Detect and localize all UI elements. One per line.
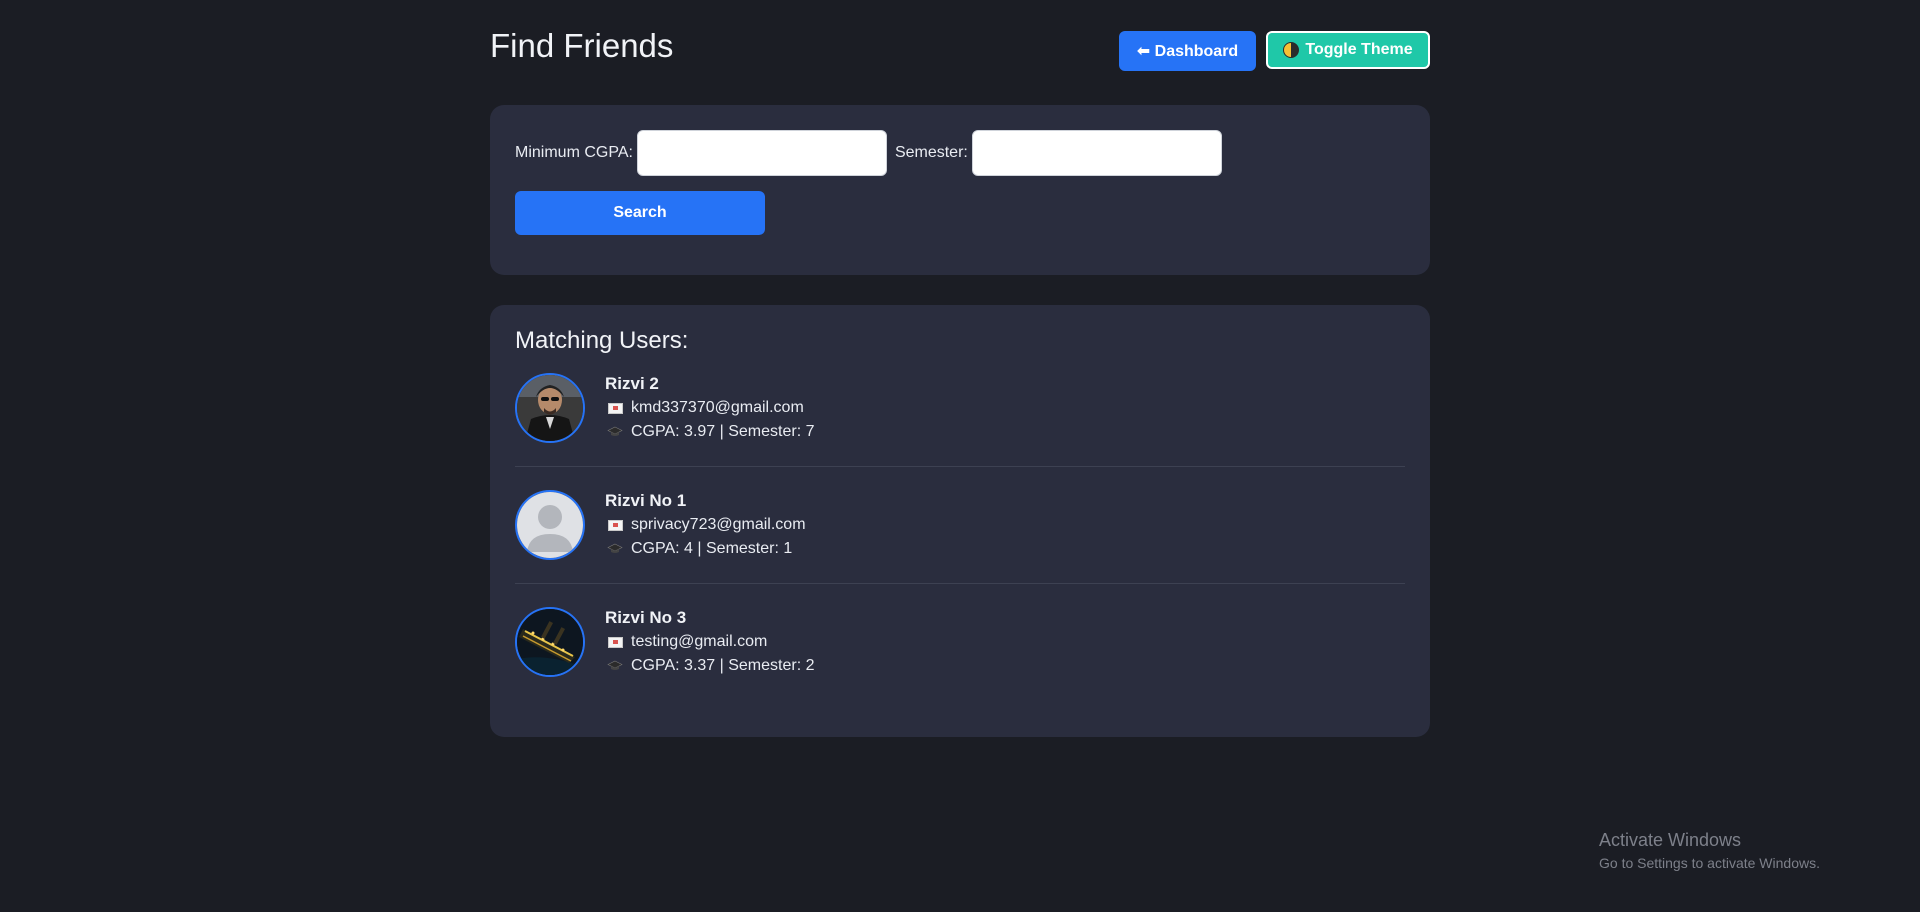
user-row: Rizvi No 3 testing@gmail.com CGPA: 3.37 …: [515, 607, 1405, 700]
user-row: Rizvi No 1 sprivacy723@gmail.com CGPA: 4…: [515, 490, 1405, 584]
user-name: Rizvi No 1: [605, 491, 687, 510]
semester-input[interactable]: [971, 130, 1222, 176]
graduation-cap-icon: [607, 660, 623, 670]
user-details: CGPA: 3.37 | Semester: 2: [631, 657, 815, 674]
default-avatar-icon: [517, 492, 583, 558]
page-title: Find Friends: [490, 27, 674, 64]
user-email: testing@gmail.com: [631, 633, 768, 650]
user-info: Rizvi No 1 sprivacy723@gmail.com CGPA: 4…: [605, 489, 806, 561]
user-info: Rizvi 2 kmd337370@gmail.com CGPA: 3.97 |…: [605, 372, 815, 444]
results-title: Matching Users:: [515, 327, 689, 354]
user-name: Rizvi No 3: [605, 608, 687, 627]
min-cgpa-input[interactable]: [636, 130, 887, 176]
user-details: CGPA: 3.97 | Semester: 7: [631, 423, 815, 440]
dashboard-button-label: ⬅ Dashboard: [1136, 43, 1239, 60]
dashboard-button[interactable]: ⬅ Dashboard: [1119, 31, 1256, 71]
page-header: Find Friends ⬅ Dashboard Toggle Theme: [490, 0, 1430, 105]
search-fields-row: Minimum CGPA: Semester:: [515, 130, 1405, 176]
user-email-line: kmd337370@gmail.com: [605, 396, 815, 420]
toggle-theme-label: Toggle Theme: [1305, 41, 1413, 58]
user-email: kmd337370@gmail.com: [631, 399, 804, 416]
graduation-cap-icon: [607, 426, 623, 436]
user-avatar[interactable]: [515, 490, 585, 560]
header-actions: ⬅ Dashboard Toggle Theme: [1119, 31, 1430, 71]
envelope-icon: [608, 402, 623, 414]
user-info: Rizvi No 3 testing@gmail.com CGPA: 3.37 …: [605, 606, 815, 678]
portrait-photo-icon: [517, 375, 583, 441]
user-details: CGPA: 4 | Semester: 1: [631, 540, 793, 557]
half-moon-icon: [1283, 42, 1300, 58]
user-row: Rizvi 2 kmd337370@gmail.com CGPA: 3.97 |…: [515, 373, 1405, 467]
envelope-icon: [608, 636, 623, 648]
user-details-line: CGPA: 3.97 | Semester: 7: [605, 420, 815, 444]
find-friends-page: Find Friends ⬅ Dashboard Toggle Theme Mi…: [490, 0, 1430, 737]
ship-photo-icon: [517, 609, 583, 675]
toggle-theme-button[interactable]: Toggle Theme: [1266, 31, 1430, 69]
search-form: Minimum CGPA: Semester: Search: [490, 105, 1430, 275]
user-email-line: sprivacy723@gmail.com: [605, 513, 806, 537]
user-details-line: CGPA: 3.37 | Semester: 2: [605, 654, 815, 678]
user-name: Rizvi 2: [605, 374, 659, 393]
windows-activation-watermark: Activate Windows Go to Settings to activ…: [1599, 830, 1820, 871]
user-avatar[interactable]: [515, 607, 585, 677]
user-details-line: CGPA: 4 | Semester: 1: [605, 537, 806, 561]
results-panel: Matching Users: Rizvi 2 kmd337370@gmail.…: [490, 305, 1430, 737]
watermark-title: Activate Windows: [1599, 830, 1742, 850]
search-button[interactable]: Search: [515, 191, 765, 235]
watermark-subtitle: Go to Settings to activate Windows.: [1599, 855, 1820, 871]
min-cgpa-label: Minimum CGPA:: [515, 144, 633, 161]
semester-label: Semester:: [894, 144, 968, 161]
graduation-cap-icon: [607, 543, 623, 553]
user-email: sprivacy723@gmail.com: [631, 516, 806, 533]
envelope-icon: [608, 519, 623, 531]
user-avatar[interactable]: [515, 373, 585, 443]
user-email-line: testing@gmail.com: [605, 630, 815, 654]
